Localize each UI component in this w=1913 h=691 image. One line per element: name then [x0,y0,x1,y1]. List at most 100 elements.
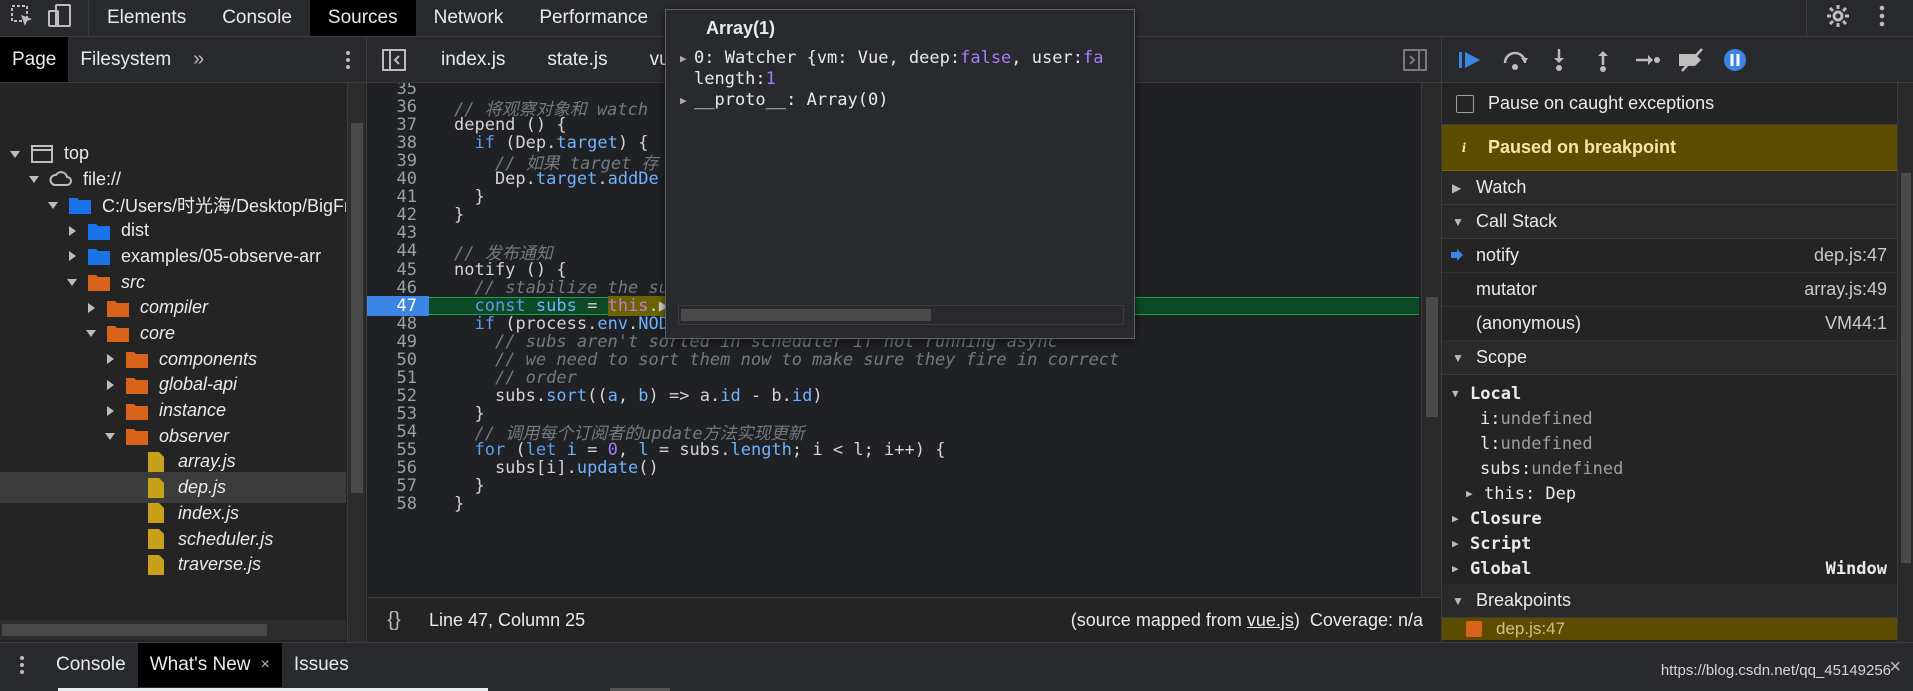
drawer-tab-whats-new[interactable]: What's New × [137,643,282,687]
breakpoints-section-header[interactable]: ▼ Breakpoints [1442,584,1913,618]
code-line[interactable]: 54 // 调用每个订阅者的update方法实现更新 [367,422,1419,445]
toggle-navigator-icon[interactable] [367,37,421,82]
tab-network[interactable]: Network [416,0,522,36]
pretty-print-button[interactable]: {} [367,609,421,632]
line-number[interactable]: 41 [367,187,429,207]
drawer-tab-console[interactable]: Console [44,643,138,687]
collapsed-triangle-icon[interactable] [103,378,117,392]
navigator-scrollbar[interactable] [347,83,365,642]
collapsed-triangle-icon[interactable] [84,301,98,315]
line-number[interactable]: 53 [367,404,429,424]
source-map-link[interactable]: vue.js [1247,610,1294,630]
code-line[interactable]: 56 subs[i].update() [367,458,1419,478]
code-line[interactable]: 58} [367,494,1419,514]
expanded-triangle-icon[interactable] [84,326,98,340]
expanded-triangle-icon[interactable] [27,172,41,186]
navigator-kebab-icon[interactable] [338,49,358,71]
resume-icon[interactable] [1456,47,1486,73]
expanded-triangle-icon[interactable] [65,275,79,289]
line-number[interactable]: 39 [367,151,429,171]
tab-sources[interactable]: Sources [309,0,416,36]
tree-indent[interactable] [122,532,136,546]
expanded-triangle-icon[interactable] [46,198,60,212]
call-frame[interactable]: (anonymous) VM44:1 [1442,307,1913,341]
line-number[interactable]: 48 [367,314,429,334]
breakpoint-checkbox[interactable] [1466,621,1482,637]
line-number[interactable]: 54 [367,422,429,442]
step-out-icon[interactable] [1588,47,1618,73]
call-frame-location[interactable]: VM44:1 [1825,313,1887,334]
pause-on-caught-checkbox[interactable] [1456,94,1474,113]
file-tab-state-js[interactable]: state.js [527,37,629,82]
tab-filesystem[interactable]: Filesystem [68,37,183,82]
scope-global[interactable]: ▶ Global Window [1452,556,1913,581]
scope-script[interactable]: ▶ Script [1452,531,1913,556]
tab-elements[interactable]: Elements [89,0,204,36]
scope-variable[interactable]: subs: undefined [1452,456,1913,481]
tree-indent[interactable] [122,558,136,572]
step-into-icon[interactable] [1544,47,1574,73]
popover-row-proto[interactable]: ▶ __proto__: Array(0) [680,89,1120,111]
code-line[interactable]: 51 // order [367,368,1419,388]
step-over-icon[interactable] [1500,47,1530,73]
line-number[interactable]: 44 [367,241,429,261]
kebab-menu-icon[interactable] [1869,3,1895,34]
close-tab-icon[interactable]: × [260,656,269,674]
device-toolbar-icon[interactable] [46,2,74,35]
line-number[interactable]: 43 [367,223,429,243]
collapsed-triangle-icon[interactable] [65,224,79,238]
navigator-horizontal-scrollbar[interactable] [0,620,346,640]
line-number[interactable]: 46 [367,278,429,298]
drawer-tab-issues[interactable]: Issues [282,643,361,687]
scope-variable[interactable]: l: undefined [1452,431,1913,456]
debugger-scrollbar[interactable] [1897,83,1913,642]
code-line[interactable]: 57 } [367,476,1419,496]
toggle-debugger-icon[interactable] [1403,49,1427,71]
scope-local[interactable]: ▼ Local [1452,381,1913,406]
scope-section-header[interactable]: ▼ Scope [1442,341,1913,375]
expanded-triangle-icon[interactable] [8,147,22,161]
code-line[interactable]: 50 // we need to sort them now to make s… [367,350,1419,370]
call-frame-location[interactable]: array.js:49 [1804,279,1887,300]
line-number[interactable]: 51 [367,368,429,388]
call-stack-section-header[interactable]: ▼ Call Stack [1442,205,1913,239]
line-number[interactable]: 55 [367,440,429,460]
line-number[interactable]: 38 [367,133,429,153]
tab-page[interactable]: Page [0,37,69,82]
popover-scrollbar[interactable] [678,305,1124,325]
line-number[interactable]: 52 [367,386,429,406]
code-line[interactable]: 55 for (let i = 0, l = subs.length; i < … [367,440,1419,460]
tab-performance[interactable]: Performance [521,0,666,36]
tree-item[interactable]: traverse.js [0,549,346,580]
tree-indent[interactable] [122,481,136,495]
line-number[interactable]: 42 [367,205,429,225]
pause-on-caught-exceptions[interactable]: Pause on caught exceptions [1442,83,1913,125]
gear-icon[interactable] [1825,3,1851,34]
code-scrollbar[interactable] [1421,83,1441,597]
inspect-element-icon[interactable] [8,2,36,35]
line-number[interactable]: 37 [367,115,429,135]
deactivate-breakpoints-icon[interactable] [1676,47,1706,73]
expanded-triangle-icon[interactable] [103,429,117,443]
call-frame[interactable]: notify dep.js:47 [1442,239,1913,273]
scope-this[interactable]: ▶ this: Dep [1452,481,1913,506]
collapsed-triangle-icon[interactable] [103,352,117,366]
more-tabs-chevron-icon[interactable]: » [183,37,214,82]
close-drawer-icon[interactable]: × [1889,656,1901,679]
line-number[interactable]: 45 [367,260,429,280]
line-number[interactable]: 40 [367,169,429,189]
call-frame-location[interactable]: dep.js:47 [1814,245,1887,266]
popover-row-watcher[interactable]: ▶ 0: Watcher {vm: Vue, deep: false, user… [680,47,1120,69]
code-line[interactable]: 52 subs.sort((a, b) => a.id - b.id) [367,386,1419,406]
tree-indent[interactable] [122,455,136,469]
drawer-kebab-icon[interactable] [0,643,44,687]
watch-section-header[interactable]: ▶ Watch [1442,171,1913,205]
line-number[interactable]: 49 [367,332,429,352]
line-number[interactable]: 57 [367,476,429,496]
breakpoint-item[interactable]: dep.js:47 [1442,618,1913,640]
call-frame[interactable]: mutator array.js:49 [1442,273,1913,307]
tree-indent[interactable] [122,506,136,520]
tab-console[interactable]: Console [204,0,310,36]
collapsed-triangle-icon[interactable] [65,249,79,263]
step-icon[interactable] [1632,47,1662,73]
